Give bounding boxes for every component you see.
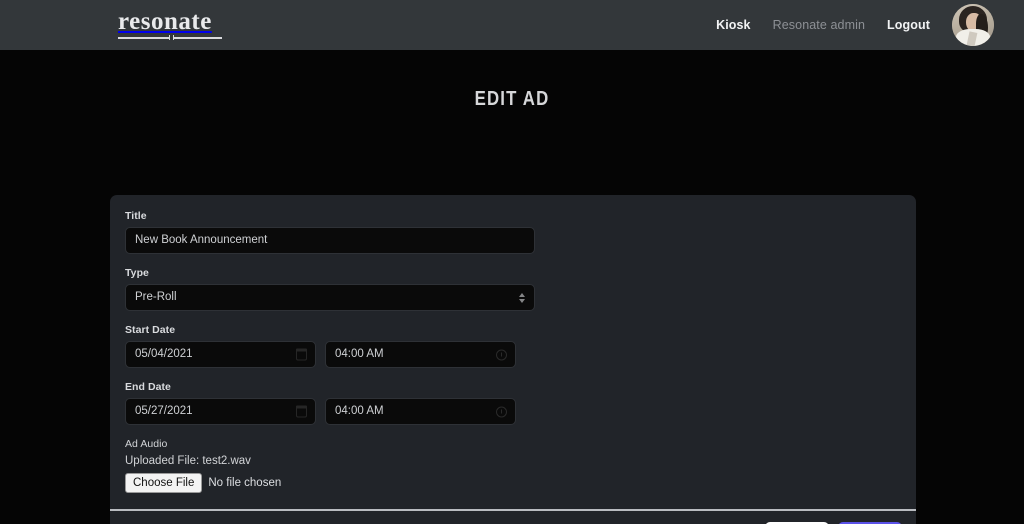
- label-type: Type: [125, 267, 149, 279]
- label-title: Title: [125, 210, 147, 222]
- brand-underline-rule: [118, 35, 222, 41]
- nav-link-kiosk[interactable]: Kiosk: [716, 18, 751, 32]
- uploaded-file-text: Uploaded File: test2.wav: [125, 455, 251, 467]
- field-type: Type Pre-Roll: [125, 267, 901, 311]
- clock-icon[interactable]: [496, 349, 507, 360]
- title-input[interactable]: New Book Announcement: [125, 227, 535, 254]
- type-select[interactable]: Pre-Roll: [125, 284, 535, 311]
- top-navbar: resonate Kiosk Resonate admin Logout: [0, 0, 1024, 50]
- start-date-value: 05/04/2021: [135, 347, 193, 360]
- choose-file-button[interactable]: Choose File: [125, 473, 203, 494]
- edit-ad-card: Title New Book Announcement Type Pre-Rol…: [110, 195, 916, 524]
- ad-audio-file-input[interactable]: Choose File No file chosen: [125, 473, 282, 494]
- field-start-date: Start Date 05/04/2021 04:00 AM: [125, 324, 901, 368]
- clock-icon[interactable]: [496, 406, 507, 417]
- avatar[interactable]: [952, 4, 994, 46]
- brand-wordmark: resonate: [118, 7, 212, 35]
- nav-link-resonate-admin[interactable]: Resonate admin: [773, 18, 865, 32]
- field-ad-audio: Ad Audio Uploaded File: test2.wav Choose…: [125, 438, 901, 494]
- no-file-chosen-text: No file chosen: [208, 477, 282, 490]
- title-input-value: New Book Announcement: [135, 233, 268, 246]
- calendar-icon[interactable]: [295, 405, 308, 417]
- field-end-date: End Date 05/27/2021 04:00 AM: [125, 381, 901, 425]
- nav-link-logout[interactable]: Logout: [887, 18, 930, 32]
- field-title: Title New Book Announcement: [125, 210, 901, 254]
- start-date-row: 05/04/2021 04:00 AM: [125, 341, 901, 368]
- end-time-input[interactable]: 04:00 AM: [325, 398, 516, 425]
- start-date-input[interactable]: 05/04/2021: [125, 341, 316, 368]
- card-footer: Cancel Submit: [110, 511, 916, 524]
- type-select-value: Pre-Roll: [135, 290, 177, 303]
- end-date-row: 05/27/2021 04:00 AM: [125, 398, 901, 425]
- end-time-value: 04:00 AM: [335, 404, 384, 417]
- label-ad-audio: Ad Audio: [125, 438, 168, 450]
- start-time-value: 04:00 AM: [335, 347, 384, 360]
- page-content: EDIT AD Title New Book Announcement Type…: [0, 50, 1024, 524]
- start-time-input[interactable]: 04:00 AM: [325, 341, 516, 368]
- edit-ad-form: Title New Book Announcement Type Pre-Rol…: [110, 195, 916, 509]
- brand-logo[interactable]: resonate: [118, 9, 222, 42]
- calendar-icon[interactable]: [295, 348, 308, 360]
- page-title: EDIT AD: [474, 88, 550, 110]
- chevron-updown-icon: [519, 292, 525, 303]
- label-end-date: End Date: [125, 381, 171, 393]
- label-start-date: Start Date: [125, 324, 176, 336]
- end-date-value: 05/27/2021: [135, 404, 193, 417]
- end-date-input[interactable]: 05/27/2021: [125, 398, 316, 425]
- nav-links: Kiosk Resonate admin Logout: [716, 4, 994, 46]
